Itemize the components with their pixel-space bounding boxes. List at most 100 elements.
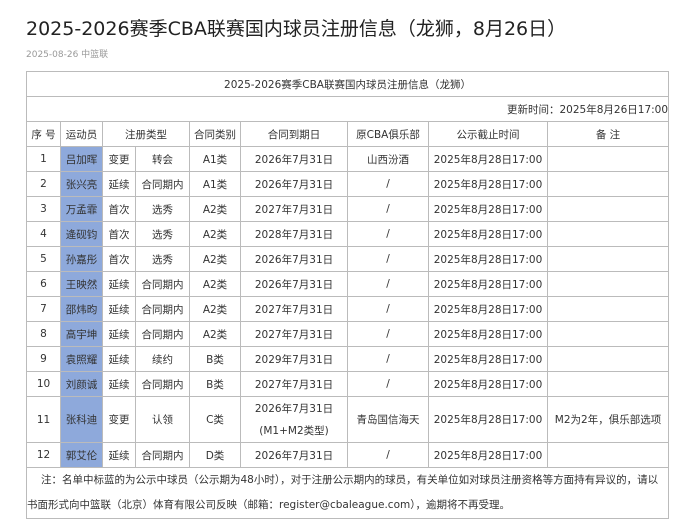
cell-player: 孙嘉彤 [60, 246, 103, 272]
cell-remarks [546, 296, 670, 322]
header-remarks: 备 注 [546, 121, 670, 147]
cell-index: 2 [26, 171, 61, 197]
cell-remarks [546, 196, 670, 222]
cell-expiry: 2027年7月31日 [240, 296, 348, 322]
cell-index: 7 [26, 296, 61, 322]
cell-index: 12 [26, 442, 61, 468]
cell-remarks [546, 221, 670, 247]
cell-reg-reason: 认领 [135, 396, 190, 443]
cell-reg-reason: 合同期内 [135, 271, 190, 297]
cell-expiry: 2029年7月31日 [240, 346, 348, 372]
cell-player: 吕加晖 [60, 146, 103, 172]
cell-reg-type: 延续 [102, 346, 136, 372]
cell-prev-club: / [347, 246, 429, 272]
cell-expiry: 2026年7月31日 [240, 246, 348, 272]
table-row: 2 张兴亮 延续 合同期内 A1类 2026年7月31日/2025年8月28日17:00 [26, 171, 670, 197]
cell-expiry: 2026年7月31日 [240, 171, 348, 197]
cell-player: 万孟霏 [60, 196, 103, 222]
cell-reg-type: 延续 [102, 171, 136, 197]
table-row: 12 郭艾伦 延续 合同期内 D类 2026年7月31日/2025年8月28日17:00 [26, 442, 670, 468]
cell-player: 逄砚钧 [60, 221, 103, 247]
cell-deadline: 2025年8月28日17:00 [428, 246, 548, 272]
cell-contract-class: C类 [189, 396, 241, 443]
table-row: 8 高宇坤 延续 合同期内 A2类 2027年7月31日/2025年8月28日17:00 [26, 321, 670, 347]
cell-contract-class: B类 [189, 346, 241, 372]
cell-remarks: M2为2年，俱乐部选项 [546, 396, 670, 443]
cell-prev-club: / [347, 371, 429, 397]
cell-expiry: 2026年7月31日 [240, 146, 348, 172]
cell-prev-club: / [347, 171, 429, 197]
cell-index: 1 [26, 146, 61, 172]
cell-deadline: 2025年8月28日17:00 [428, 196, 548, 222]
cell-remarks [546, 246, 670, 272]
article-meta: 2025-08-26 中篮联 [26, 50, 109, 60]
cell-remarks [546, 146, 670, 172]
cell-remarks [546, 171, 670, 197]
cell-reg-reason: 选秀 [135, 246, 190, 272]
cell-prev-club: / [347, 271, 429, 297]
table-row: 7 邵炜昀 延续 合同期内 A2类 2027年7月31日/2025年8月28日17:00 [26, 296, 670, 322]
cell-deadline: 2025年8月28日17:00 [428, 346, 548, 372]
table-row: 9 袁照耀 延续 续约 B类 2029年7月31日/2025年8月28日17:00 [26, 346, 670, 372]
cell-player: 高宇坤 [60, 321, 103, 347]
cell-reg-reason: 合同期内 [135, 442, 190, 468]
cell-reg-type: 变更 [102, 146, 136, 172]
cell-expiry: 2028年7月31日 [240, 221, 348, 247]
cell-reg-type: 延续 [102, 271, 136, 297]
header-prev-club: 原CBA俱乐部 [347, 121, 429, 147]
cell-player: 刘颜诚 [60, 371, 103, 397]
expiry-note: (M1+M2类型) [259, 424, 329, 437]
cell-index: 3 [26, 196, 61, 222]
table-row: 10 刘颜诚 延续 合同期内 B类 2027年7月31日/2025年8月28日17:00 [26, 371, 670, 397]
cell-reg-reason: 合同期内 [135, 321, 190, 347]
table-row: 3 万孟霏 首次 选秀 A2类 2027年7月31日/2025年8月28日17:00 [26, 196, 670, 222]
page-title: 2025-2026赛季CBA联赛国内球员注册信息（龙狮，8月26日） [26, 18, 567, 40]
registration-table: 2025-2026赛季CBA联赛国内球员注册信息（龙狮） 更新时间：2025年8… [25, 71, 670, 519]
table-row: 6 王映然 延续 合同期内 A2类 2026年7月31日/2025年8月28日17:00 [26, 271, 670, 297]
cell-player: 张科迪 [60, 396, 103, 443]
cell-remarks [546, 321, 670, 347]
cell-deadline: 2025年8月28日17:00 [428, 296, 548, 322]
cell-reg-type: 延续 [102, 321, 136, 347]
cell-contract-class: A2类 [189, 271, 241, 297]
cell-reg-reason: 转会 [135, 146, 190, 172]
cell-contract-class: A2类 [189, 196, 241, 222]
cell-prev-club: / [347, 321, 429, 347]
cell-index: 6 [26, 271, 61, 297]
cell-remarks [546, 371, 670, 397]
cell-expiry: 2026年7月31日 [240, 271, 348, 297]
table-caption: 2025-2026赛季CBA联赛国内球员注册信息（龙狮） [25, 71, 670, 97]
cell-contract-class: D类 [189, 442, 241, 468]
cell-reg-type: 首次 [102, 196, 136, 222]
cell-index: 5 [26, 246, 61, 272]
cell-reg-type: 首次 [102, 246, 136, 272]
cell-reg-reason: 合同期内 [135, 171, 190, 197]
cell-contract-class: A1类 [189, 146, 241, 172]
cell-player: 张兴亮 [60, 171, 103, 197]
cell-reg-reason: 合同期内 [135, 371, 190, 397]
cell-deadline: 2025年8月28日17:00 [428, 321, 548, 347]
table-row: 11 张科迪 变更 认领 C类 2026年7月31日 (M1+M2类型) 青岛国信海天 2025… [26, 396, 670, 443]
table-row: 1 吕加晖 变更 转会 A1类 2026年7月31日 山西汾酒 2025年8月28日17:00 [26, 146, 670, 172]
cell-prev-club: / [347, 196, 429, 222]
cell-reg-reason: 选秀 [135, 196, 190, 222]
cell-expiry: 2027年7月31日 [240, 371, 348, 397]
cell-contract-class: A1类 [189, 171, 241, 197]
cell-reg-type: 延续 [102, 442, 136, 468]
cell-deadline: 2025年8月28日17:00 [428, 271, 548, 297]
cell-expiry: 2027年7月31日 [240, 321, 348, 347]
cell-expiry: 2027年7月31日 [240, 196, 348, 222]
cell-prev-club: 青岛国信海天 [347, 396, 429, 443]
cell-index: 8 [26, 321, 61, 347]
update-time: 更新时间：2025年8月26日17:00 [25, 96, 670, 122]
cell-reg-type: 延续 [102, 371, 136, 397]
cell-index: 10 [26, 371, 61, 397]
cell-reg-type: 首次 [102, 221, 136, 247]
cell-deadline: 2025年8月28日17:00 [428, 221, 548, 247]
header-index: 序 号 [26, 121, 61, 147]
header-expiry: 合同到期日 [240, 121, 348, 147]
header-deadline: 公示截止时间 [428, 121, 548, 147]
table-row: 4 逄砚钧 首次 选秀 A2类 2028年7月31日/2025年8月28日17:00 [26, 221, 670, 247]
cell-remarks [546, 442, 670, 468]
cell-contract-class: A2类 [189, 321, 241, 347]
